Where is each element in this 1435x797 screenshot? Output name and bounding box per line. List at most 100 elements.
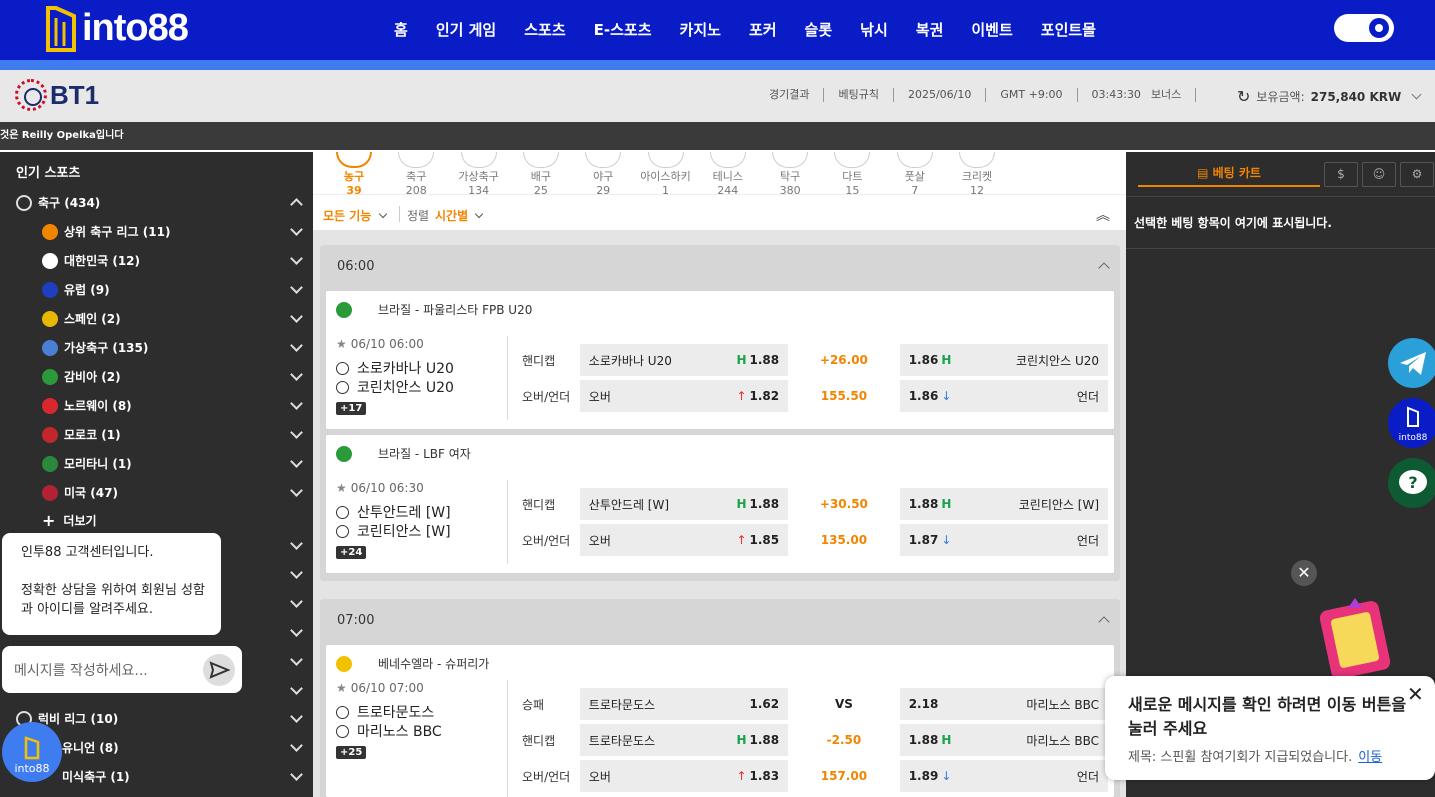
more-markets-badge[interactable]: +24 (336, 546, 367, 559)
gift-promo-image[interactable] (1300, 590, 1410, 685)
sidebar-item-league[interactable]: 스페인 (2) (0, 304, 313, 333)
sidebar-item-league[interactable]: 미국 (47) (0, 478, 313, 507)
league-header[interactable]: 브라질 - 파울리스타 FPB U20 (336, 301, 532, 318)
tab-sport[interactable]: 축구 208 (385, 152, 447, 198)
tab-sport[interactable]: 가상축구 134 (448, 152, 510, 198)
chevron-down-icon[interactable] (290, 537, 303, 550)
nav-events[interactable]: 이벤트 (971, 19, 1012, 40)
sidebar-item-league[interactable]: 모리타니 (1) (0, 449, 313, 478)
sidebar-item-league[interactable]: 감비아 (2) (0, 362, 313, 391)
sort-dropdown[interactable]: 시간별 (435, 207, 484, 224)
tab-sport[interactable]: 테니스 244 (697, 152, 759, 198)
rules-link[interactable]: 베팅규칙 (824, 88, 894, 102)
chevron-down-icon[interactable] (290, 397, 303, 410)
bonus-link[interactable]: 보너스 (1151, 88, 1197, 102)
sidebar-item-league[interactable]: 노르웨이 (8) (0, 391, 313, 420)
betslip-tab[interactable]: ▤ 베팅 카트 (1138, 162, 1320, 187)
nav-sports[interactable]: 스포츠 (524, 19, 565, 40)
group-time[interactable]: 07:00 (320, 599, 1120, 643)
nav-poker[interactable]: 포커 (749, 19, 777, 40)
chevron-down-icon[interactable] (290, 595, 303, 608)
gear-icon[interactable]: ⚙ (1400, 162, 1434, 187)
nav-lottery[interactable]: 복권 (916, 19, 944, 40)
odds-away-button[interactable]: 1.89 ↓ 언더 (899, 760, 1109, 792)
tab-sport[interactable]: 배구 25 (510, 152, 572, 198)
odds-home-button[interactable]: 산투안드레 [W] H 1.88 (579, 488, 789, 520)
sidebar-item-league[interactable]: 유럽 (9) (0, 275, 313, 304)
close-promo-icon[interactable]: ✕ (1291, 560, 1317, 586)
tab-sport[interactable]: 크리켓 12 (946, 152, 1008, 198)
refresh-icon[interactable]: ↻ (1237, 87, 1250, 106)
theme-toggle[interactable] (1334, 14, 1394, 42)
nav-point-mall[interactable]: 포인트몰 (1041, 19, 1096, 40)
sidebar-item-league[interactable]: 모로코 (1) (0, 420, 313, 449)
chevron-down-icon[interactable] (290, 455, 303, 468)
chevron-down-icon[interactable] (290, 682, 303, 695)
bt1-logo[interactable]: BT1 (15, 79, 99, 111)
sidebar-item-league[interactable]: 상위 축구 리그 (11) (0, 217, 313, 246)
odds-home-button[interactable]: 오버 ↑ 1.85 (579, 524, 789, 556)
into88-side-icon[interactable]: into88 (1388, 398, 1435, 448)
chevron-down-icon[interactable] (290, 653, 303, 666)
tab-sport[interactable]: 농구 39 (323, 152, 385, 198)
odds-away-button[interactable]: 1.87 ↓ 언더 (899, 524, 1109, 556)
results-link[interactable]: 경기결과 (755, 88, 825, 102)
chevron-down-icon[interactable] (290, 768, 303, 781)
all-features-dropdown[interactable]: 모든 기능 (323, 207, 387, 224)
chevron-down-icon[interactable] (290, 710, 303, 723)
chevron-down-icon[interactable] (290, 223, 303, 236)
chevron-down-icon[interactable] (290, 566, 303, 579)
group-time[interactable]: 06:00 (320, 245, 1120, 289)
more-markets-badge[interactable]: +17 (336, 402, 367, 415)
odds-home-button[interactable]: 트로타문도스 H 1.88 (579, 724, 789, 756)
more-markets-badge[interactable]: +25 (336, 746, 367, 759)
star-icon[interactable]: ★ (336, 681, 347, 695)
tab-sport[interactable]: 풋살 7 (884, 152, 946, 198)
send-icon[interactable] (203, 654, 235, 686)
odds-home-button[interactable]: 오버 ↑ 1.83 (579, 760, 789, 792)
notification-go-link[interactable]: 이동 (1358, 750, 1382, 765)
tab-sport[interactable]: 야구 29 (572, 152, 634, 198)
nav-fishing[interactable]: 낚시 (860, 19, 888, 40)
sidebar-item-soccer[interactable]: 축구 (434) (0, 188, 313, 217)
odds-away-button[interactable]: 2.18 마리노스 BBC (899, 688, 1109, 720)
nav-slots[interactable]: 슬롯 (805, 19, 833, 40)
chevron-down-icon[interactable] (1411, 89, 1422, 100)
odds-home-button[interactable]: 오버 ↑ 1.82 (579, 380, 789, 412)
odds-home-button[interactable]: 소로카바나 U20 H 1.88 (579, 344, 789, 376)
chat-input[interactable]: 메시지를 작성하세요... (2, 646, 242, 693)
league-header[interactable]: 베네수엘라 - 슈퍼리가 (336, 655, 489, 672)
chevron-down-icon[interactable] (290, 426, 303, 439)
star-icon[interactable]: ★ (336, 481, 347, 495)
help-chat-icon[interactable]: ? (1388, 458, 1435, 508)
tab-sport[interactable]: 탁구 380 (759, 152, 821, 198)
into88-logo[interactable]: into88 (44, 0, 189, 56)
chevron-down-icon[interactable] (290, 624, 303, 637)
chevron-down-icon[interactable] (290, 252, 303, 265)
league-header[interactable]: 브라질 - LBF 여자 (336, 445, 471, 462)
odds-away-button[interactable]: 1.88 H 코린티안스 [W] (899, 488, 1109, 520)
odds-away-button[interactable]: 1.86 H 코린치안스 U20 (899, 344, 1109, 376)
sidebar-item-league[interactable]: 가상축구 (135) (0, 333, 313, 362)
user-icon[interactable]: ☺ (1362, 162, 1396, 187)
nav-home[interactable]: 홈 (394, 19, 408, 40)
tab-sport[interactable]: 다트 15 (821, 152, 883, 198)
sidebar-item-league[interactable]: 대한민국 (12) (0, 246, 313, 275)
chevron-up-icon[interactable] (290, 198, 303, 211)
telegram-icon[interactable] (1388, 338, 1435, 388)
chevron-down-icon[interactable] (290, 484, 303, 497)
nav-popular-games[interactable]: 인기 게임 (436, 19, 496, 40)
chevron-down-icon[interactable] (290, 368, 303, 381)
odds-home-button[interactable]: 트로타문도스 1.62 (579, 688, 789, 720)
balance[interactable]: ↻ 보유금액: 275,840 KRW (1237, 87, 1422, 106)
timezone[interactable]: GMT +9:00 (986, 88, 1078, 102)
odds-away-button[interactable]: 1.86 ↓ 언더 (899, 380, 1109, 412)
chevron-down-icon[interactable] (290, 281, 303, 294)
close-icon[interactable]: ✕ (1407, 682, 1424, 706)
receipt-icon[interactable]: $ (1324, 162, 1358, 187)
into88-chat-launcher[interactable]: into88 (2, 722, 62, 782)
chevron-down-icon[interactable] (290, 339, 303, 352)
nav-casino[interactable]: 카지노 (680, 19, 721, 40)
chevron-down-icon[interactable] (290, 739, 303, 752)
nav-esports[interactable]: E-스포츠 (594, 19, 652, 40)
